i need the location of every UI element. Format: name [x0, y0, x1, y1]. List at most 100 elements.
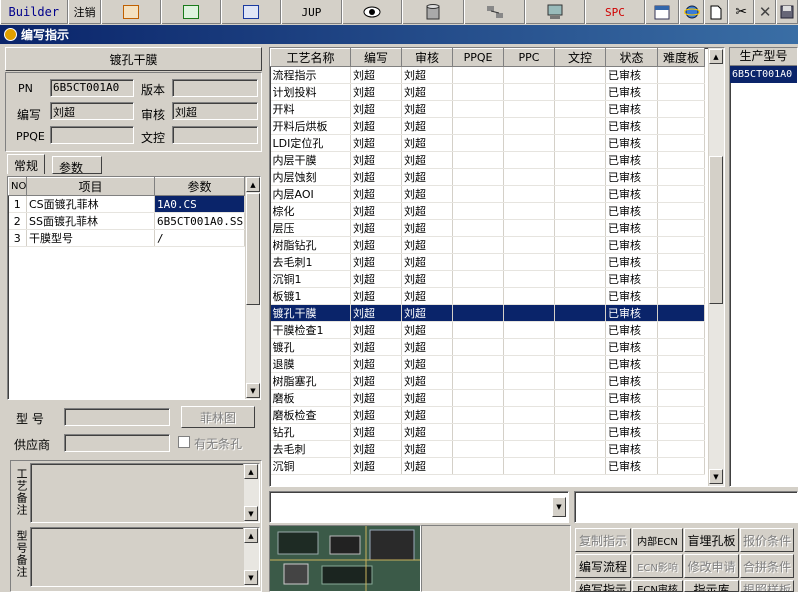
scroll-down-button[interactable]: ▼: [244, 506, 258, 521]
col-writer[interactable]: 编写: [350, 48, 402, 67]
param-value[interactable]: 1A0.CS: [154, 195, 245, 213]
computer-button[interactable]: [525, 0, 586, 24]
scroll-down-button[interactable]: ▼: [246, 383, 260, 398]
reviewer-field[interactable]: 刘超: [172, 102, 258, 120]
process-note-textarea[interactable]: ▲ ▼: [30, 463, 260, 523]
supplier-field[interactable]: [64, 434, 170, 452]
table-row[interactable]: 沉铜 刘超 刘超 已审核: [270, 457, 705, 475]
table-row[interactable]: 3 干膜型号 /: [8, 229, 245, 247]
jup-button[interactable]: JUP: [280, 0, 343, 24]
scroll-up-button[interactable]: ▲: [244, 528, 258, 543]
calendar-button[interactable]: [644, 0, 679, 24]
excel-button[interactable]: [161, 0, 221, 24]
process-note-scrollbar[interactable]: ▲ ▼: [243, 464, 259, 522]
col-difficulty[interactable]: 难度板: [657, 48, 705, 67]
table-row[interactable]: 棕化 刘超 刘超 已审核: [270, 202, 705, 220]
scroll-thumb[interactable]: [246, 193, 260, 305]
tab-general[interactable]: 常规: [7, 154, 46, 174]
col-doc-control[interactable]: 文控: [554, 48, 606, 67]
param-col-no[interactable]: NO: [8, 177, 27, 196]
ie-button[interactable]: [678, 0, 705, 24]
param-col-item[interactable]: 项目: [26, 177, 155, 196]
table-row[interactable]: 内层蚀刻 刘超 刘超 已审核: [270, 168, 705, 186]
col-process-name[interactable]: 工艺名称: [270, 48, 351, 67]
doc-control-field[interactable]: [172, 126, 258, 144]
production-model-item[interactable]: 6B5CT001A0: [730, 66, 797, 83]
table-row[interactable]: 开料 刘超 刘超 已审核: [270, 100, 705, 118]
model-field[interactable]: [64, 408, 170, 426]
new-button[interactable]: [704, 0, 729, 24]
scroll-up-button[interactable]: ▲: [709, 49, 723, 64]
scroll-up-button[interactable]: ▲: [244, 464, 258, 479]
param-value[interactable]: /: [154, 229, 245, 247]
version-field[interactable]: [172, 79, 258, 97]
ppqe-field[interactable]: [50, 126, 134, 144]
col-ppc[interactable]: PPC: [503, 48, 555, 67]
table-row[interactable]: 流程指示 刘超 刘超 已审核: [270, 66, 705, 84]
model-note-textarea[interactable]: ▲ ▼: [30, 527, 260, 587]
action-button-1-3[interactable]: 盲埋孔板: [684, 528, 739, 552]
col-ppqe[interactable]: PPQE: [452, 48, 504, 67]
action-button-1-1[interactable]: 复制指示: [575, 528, 631, 552]
scroll-thumb[interactable]: [709, 156, 723, 304]
table-row[interactable]: 磨板 刘超 刘超 已审核: [270, 389, 705, 407]
param-col-value[interactable]: 参数: [154, 177, 245, 196]
tab-params[interactable]: 参数: [52, 156, 102, 175]
table-row[interactable]: 计划投料 刘超 刘超 已审核: [270, 83, 705, 101]
table-row[interactable]: 树脂塞孔 刘超 刘超 已审核: [270, 372, 705, 390]
scroll-down-button[interactable]: ▼: [244, 570, 258, 585]
builder-button[interactable]: Builder: [0, 0, 68, 24]
action-button-2-1[interactable]: 编写流程: [575, 554, 631, 578]
param-table-scrollbar[interactable]: ▲ ▼: [245, 177, 260, 399]
database-button[interactable]: [401, 0, 464, 24]
cut-button[interactable]: ✂: [728, 0, 755, 24]
instruction-input[interactable]: [574, 491, 798, 523]
table-row[interactable]: 磨板检查 刘超 刘超 已审核: [270, 406, 705, 424]
strip-hole-checkbox[interactable]: [178, 436, 190, 448]
action-button-3-3[interactable]: 指示库: [684, 580, 739, 592]
table-row[interactable]: 去毛刺1 刘超 刘超 已审核: [270, 253, 705, 271]
table-row[interactable]: 钻孔 刘超 刘超 已审核: [270, 423, 705, 441]
table-row[interactable]: 板镀1 刘超 刘超 已审核: [270, 287, 705, 305]
table-row[interactable]: 层压 刘超 刘超 已审核: [270, 219, 705, 237]
view-button[interactable]: [342, 0, 402, 24]
writer-field[interactable]: 刘超: [50, 102, 134, 120]
table-row[interactable]: 退膜 刘超 刘超 已审核: [270, 355, 705, 373]
calc-button[interactable]: [101, 0, 162, 24]
table-row[interactable]: 内层AOI 刘超 刘超 已审核: [270, 185, 705, 203]
table-row[interactable]: 沉铜1 刘超 刘超 已审核: [270, 270, 705, 288]
scroll-up-button[interactable]: ▲: [246, 177, 260, 192]
col-status[interactable]: 状态: [605, 48, 658, 67]
param-value[interactable]: 6B5CT001A0.SS: [154, 212, 245, 230]
action-button-3-2[interactable]: ECN审核: [632, 580, 683, 592]
logout-button[interactable]: 注销: [67, 0, 102, 24]
process-table-scrollbar[interactable]: ▲ ▼: [708, 48, 724, 486]
action-button-2-4[interactable]: 合拼条件: [740, 554, 794, 578]
table-row[interactable]: 1 CS面镀孔菲林 1A0.CS: [8, 195, 245, 213]
action-button-2-3[interactable]: 修改申请: [684, 554, 739, 578]
film-image-button[interactable]: 菲林图: [181, 406, 255, 428]
spc-button[interactable]: SPC: [585, 0, 645, 24]
table-row[interactable]: LDI定位孔 刘超 刘超 已审核: [270, 134, 705, 152]
table-row[interactable]: 2 SS面镀孔菲林 6B5CT001A0.SS: [8, 212, 245, 230]
pn-field[interactable]: 6B5CT001A0: [50, 79, 134, 97]
combo-dropdown-button[interactable]: ▼: [552, 497, 566, 517]
table-row[interactable]: 内层干膜 刘超 刘超 已审核: [270, 151, 705, 169]
action-button-1-4[interactable]: 报价条件: [740, 528, 794, 552]
table-row[interactable]: 树脂钻孔 刘超 刘超 已审核: [270, 236, 705, 254]
col-reviewer[interactable]: 审核: [401, 48, 453, 67]
scroll-down-button[interactable]: ▼: [709, 469, 723, 484]
network-button[interactable]: [463, 0, 526, 24]
save-button[interactable]: [776, 0, 798, 24]
close-toolbar-button[interactable]: ✕: [754, 0, 777, 24]
table-row[interactable]: 干膜检查1 刘超 刘超 已审核: [270, 321, 705, 339]
table-row[interactable]: 镀孔 刘超 刘超 已审核: [270, 338, 705, 356]
process-combo[interactable]: ▼: [269, 491, 569, 523]
action-button-3-4[interactable]: 根照样板: [740, 580, 794, 592]
model-note-scrollbar[interactable]: ▲ ▼: [243, 528, 259, 586]
word-button[interactable]: [220, 0, 281, 24]
table-row[interactable]: 去毛刺 刘超 刘超 已审核: [270, 440, 705, 458]
action-button-2-2[interactable]: ECN影响: [632, 554, 683, 578]
action-button-1-2[interactable]: 内部ECN: [632, 528, 683, 552]
table-row[interactable]: 开料后烘板 刘超 刘超 已审核: [270, 117, 705, 135]
